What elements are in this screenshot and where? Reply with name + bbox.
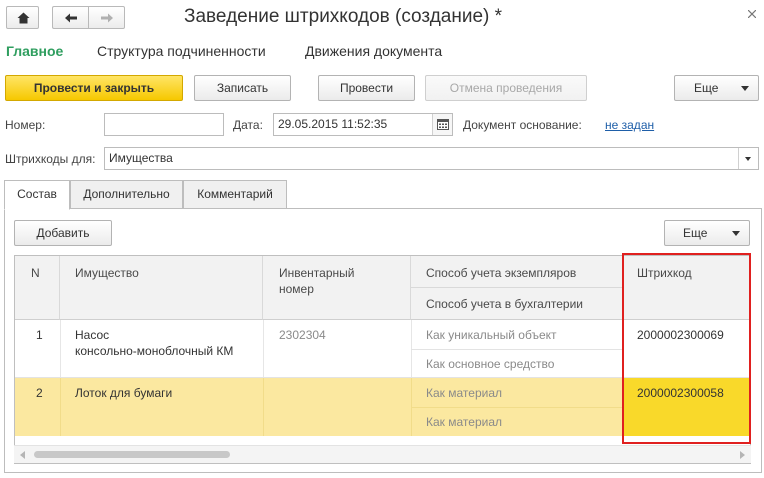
barcode-column-highlight: [622, 253, 751, 444]
cell-divider: [411, 349, 623, 350]
horizontal-scrollbar[interactable]: [14, 445, 751, 463]
row-instance-method: Как уникальный объект: [426, 328, 557, 342]
header-property[interactable]: Имущество: [60, 256, 263, 320]
header-inventory-line1: Инвентарный: [279, 266, 355, 280]
barcodes-for-label: Штрихкоды для:: [5, 152, 96, 166]
header-divider: [411, 287, 623, 288]
window-title: Заведение штрихкодов (создание) *: [184, 6, 503, 27]
scrollbar-thumb[interactable]: [34, 451, 230, 458]
scroll-left-arrow[interactable]: [20, 451, 25, 459]
chevron-down-icon: [741, 86, 749, 91]
table-more-button[interactable]: Еще: [664, 220, 750, 246]
table-more-label: Еще: [683, 226, 708, 240]
header-property-label: Имущество: [75, 266, 139, 280]
date-value: 29.05.2015 11:52:35: [278, 117, 388, 131]
arrow-right-icon: [101, 13, 113, 23]
basis-link[interactable]: не задан: [605, 118, 654, 132]
home-button[interactable]: [6, 6, 39, 29]
add-row-button[interactable]: Добавить: [14, 220, 112, 246]
chevron-down-icon: [745, 157, 751, 161]
scroll-right-arrow[interactable]: [740, 451, 745, 459]
row-property-line1: Лоток для бумаги: [75, 386, 173, 400]
barcodes-for-value: Имущества: [109, 151, 173, 165]
header-n-label: N: [31, 266, 40, 280]
cell-divider: [60, 378, 61, 436]
tab-additional[interactable]: Дополнительно: [70, 180, 183, 209]
row-property-line1: Насос: [75, 328, 110, 342]
more-menu-button[interactable]: Еще: [674, 75, 759, 101]
arrow-left-icon: [65, 13, 77, 23]
post-and-close-button[interactable]: Провести и закрыть: [5, 75, 183, 101]
header-inventory[interactable]: Инвентарный номер: [263, 256, 411, 320]
tab-composition[interactable]: Состав: [4, 180, 70, 210]
forward-button[interactable]: [88, 6, 125, 29]
header-n[interactable]: N: [15, 256, 60, 320]
barcodes-for-dropdown[interactable]: [738, 148, 758, 169]
cell-divider: [263, 320, 264, 378]
cell-divider: [411, 407, 623, 408]
chevron-down-icon: [732, 231, 740, 236]
barcodes-for-select[interactable]: Имущества: [104, 147, 759, 170]
number-label: Номер:: [5, 118, 46, 132]
cell-divider: [60, 320, 61, 378]
header-inventory-line2: номер: [279, 282, 314, 296]
post-button[interactable]: Провести: [318, 75, 415, 101]
close-icon[interactable]: [748, 10, 756, 18]
row-accounting-method: Как основное средство: [426, 357, 555, 371]
section-movements[interactable]: Движения документа: [305, 43, 442, 59]
header-methods[interactable]: Способ учета экземпляров Способ учета в …: [411, 256, 623, 320]
row-instance-method: Как материал: [426, 386, 502, 400]
date-label: Дата:: [233, 118, 263, 132]
header-accounting-method: Способ учета в бухгалтерии: [426, 297, 583, 311]
header-instance-method: Способ учета экземпляров: [426, 266, 577, 280]
row-accounting-method: Как материал: [426, 415, 502, 429]
row-number: 2: [36, 386, 43, 400]
save-button[interactable]: Записать: [194, 75, 291, 101]
calendar-icon: [437, 119, 449, 130]
section-main[interactable]: Главное: [6, 43, 63, 59]
row-property-line2: консольно-моноблочный КМ: [75, 344, 234, 358]
basis-label: Документ основание:: [463, 118, 582, 132]
unpost-button[interactable]: Отмена проведения: [425, 75, 587, 101]
cell-divider: [263, 378, 264, 436]
section-structure[interactable]: Структура подчиненности: [97, 43, 266, 59]
row-inventory: 2302304: [279, 328, 326, 342]
row-number: 1: [36, 328, 43, 342]
more-menu-label: Еще: [694, 81, 719, 95]
tab-comment[interactable]: Комментарий: [183, 180, 287, 209]
date-input[interactable]: 29.05.2015 11:52:35: [273, 113, 453, 136]
home-icon: [17, 12, 30, 24]
calendar-button[interactable]: [432, 114, 452, 135]
back-button[interactable]: [52, 6, 88, 29]
number-input[interactable]: [104, 113, 224, 136]
